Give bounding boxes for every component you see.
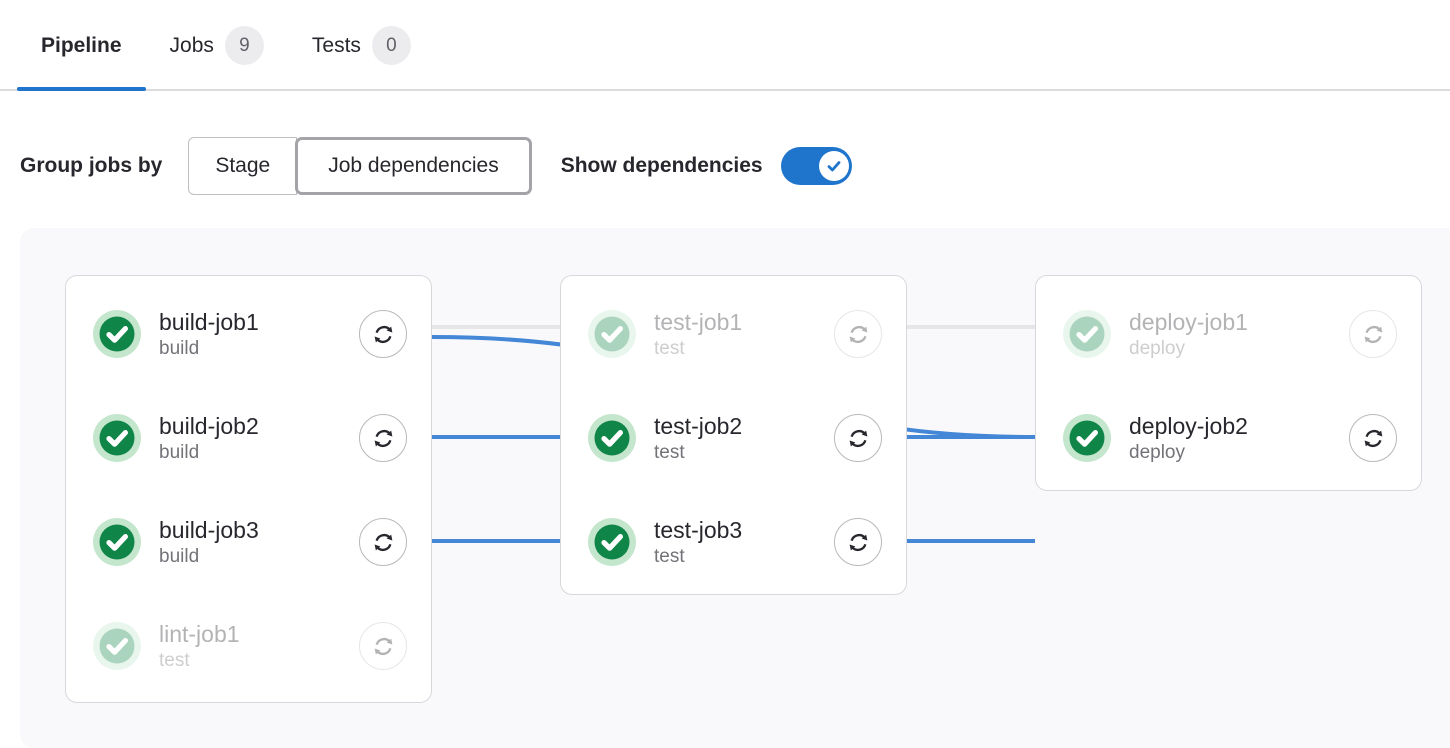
status-success-icon xyxy=(93,414,141,462)
retry-icon xyxy=(845,529,872,556)
job-stage: test xyxy=(654,441,834,465)
retry-icon xyxy=(845,321,872,348)
retry-job-button[interactable] xyxy=(1349,310,1397,358)
job-item-deploy-job2[interactable]: deploy-job2 deploy xyxy=(1036,386,1421,490)
retry-job-button[interactable] xyxy=(834,518,882,566)
show-dependencies-label: Show dependencies xyxy=(561,154,763,178)
retry-icon xyxy=(370,633,397,660)
group-jobs-by-label: Group jobs by xyxy=(20,154,162,178)
retry-icon xyxy=(370,425,397,452)
retry-job-button[interactable] xyxy=(834,414,882,462)
tab-jobs[interactable]: Jobs 9 xyxy=(146,0,288,89)
status-success-icon xyxy=(588,310,636,358)
status-success-icon xyxy=(1063,310,1111,358)
retry-job-button[interactable] xyxy=(1349,414,1397,462)
pipeline-tabs: Pipeline Jobs 9 Tests 0 xyxy=(0,0,1450,91)
jobs-count-badge: 9 xyxy=(225,26,264,65)
show-dependencies-toggle[interactable] xyxy=(781,147,852,185)
job-name: test-job3 xyxy=(654,516,834,545)
status-success-icon xyxy=(93,310,141,358)
job-name: deploy-job1 xyxy=(1129,308,1349,337)
retry-job-button[interactable] xyxy=(359,518,407,566)
status-success-icon xyxy=(93,518,141,566)
job-item-test-job1[interactable]: test-job1 test xyxy=(561,282,906,386)
toggle-knob xyxy=(819,151,849,181)
retry-job-button[interactable] xyxy=(359,622,407,670)
status-success-icon xyxy=(1063,414,1111,462)
job-name: build-job2 xyxy=(159,412,359,441)
retry-icon xyxy=(1360,425,1387,452)
tab-pipeline[interactable]: Pipeline xyxy=(17,0,146,89)
retry-job-button[interactable] xyxy=(834,310,882,358)
group-by-segmented-control: Stage Job dependencies xyxy=(188,137,531,195)
group-by-job-dependencies-button[interactable]: Job dependencies xyxy=(295,137,531,195)
retry-icon xyxy=(1360,321,1387,348)
tab-tests-label: Tests xyxy=(312,34,361,58)
job-name: build-job1 xyxy=(159,308,359,337)
job-group-card-test: test-job1 test test-job2 test test-job3 … xyxy=(560,275,907,595)
tab-pipeline-label: Pipeline xyxy=(41,34,122,58)
job-stage: test xyxy=(159,649,359,673)
job-name: deploy-job2 xyxy=(1129,412,1349,441)
tab-tests[interactable]: Tests 0 xyxy=(288,0,435,89)
job-name: lint-job1 xyxy=(159,620,359,649)
tests-count-badge: 0 xyxy=(372,26,411,65)
graph-controls: Group jobs by Stage Job dependencies Sho… xyxy=(20,137,1450,195)
job-group-card-build: build-job1 build build-job2 build build-… xyxy=(65,275,432,703)
job-stage: test xyxy=(654,545,834,569)
job-item-deploy-job1[interactable]: deploy-job1 deploy xyxy=(1036,282,1421,386)
job-name: test-job1 xyxy=(654,308,834,337)
job-item-build-job1[interactable]: build-job1 build xyxy=(66,282,431,386)
retry-icon xyxy=(370,321,397,348)
retry-job-button[interactable] xyxy=(359,310,407,358)
job-stage: test xyxy=(654,337,834,361)
status-success-icon xyxy=(588,414,636,462)
retry-icon xyxy=(370,529,397,556)
status-success-icon xyxy=(93,622,141,670)
job-item-build-job2[interactable]: build-job2 build xyxy=(66,386,431,490)
tab-jobs-label: Jobs xyxy=(170,34,214,58)
job-stage: build xyxy=(159,545,359,569)
job-item-test-job2[interactable]: test-job2 test xyxy=(561,386,906,490)
pipeline-graph: build-job1 build build-job2 build build-… xyxy=(20,228,1450,748)
retry-icon xyxy=(845,425,872,452)
job-stage: build xyxy=(159,441,359,465)
job-item-test-job3[interactable]: test-job3 test xyxy=(561,490,906,594)
job-item-build-job3[interactable]: build-job3 build xyxy=(66,490,431,594)
group-by-stage-button[interactable]: Stage xyxy=(188,137,297,195)
job-stage: deploy xyxy=(1129,441,1349,465)
status-success-icon xyxy=(588,518,636,566)
job-group-card-deploy: deploy-job1 deploy deploy-job2 deploy xyxy=(1035,275,1422,491)
job-name: build-job3 xyxy=(159,516,359,545)
job-stage: deploy xyxy=(1129,337,1349,361)
job-name: test-job2 xyxy=(654,412,834,441)
job-stage: build xyxy=(159,337,359,361)
job-item-lint-job1[interactable]: lint-job1 test xyxy=(66,594,431,698)
retry-job-button[interactable] xyxy=(359,414,407,462)
check-icon xyxy=(824,156,844,176)
